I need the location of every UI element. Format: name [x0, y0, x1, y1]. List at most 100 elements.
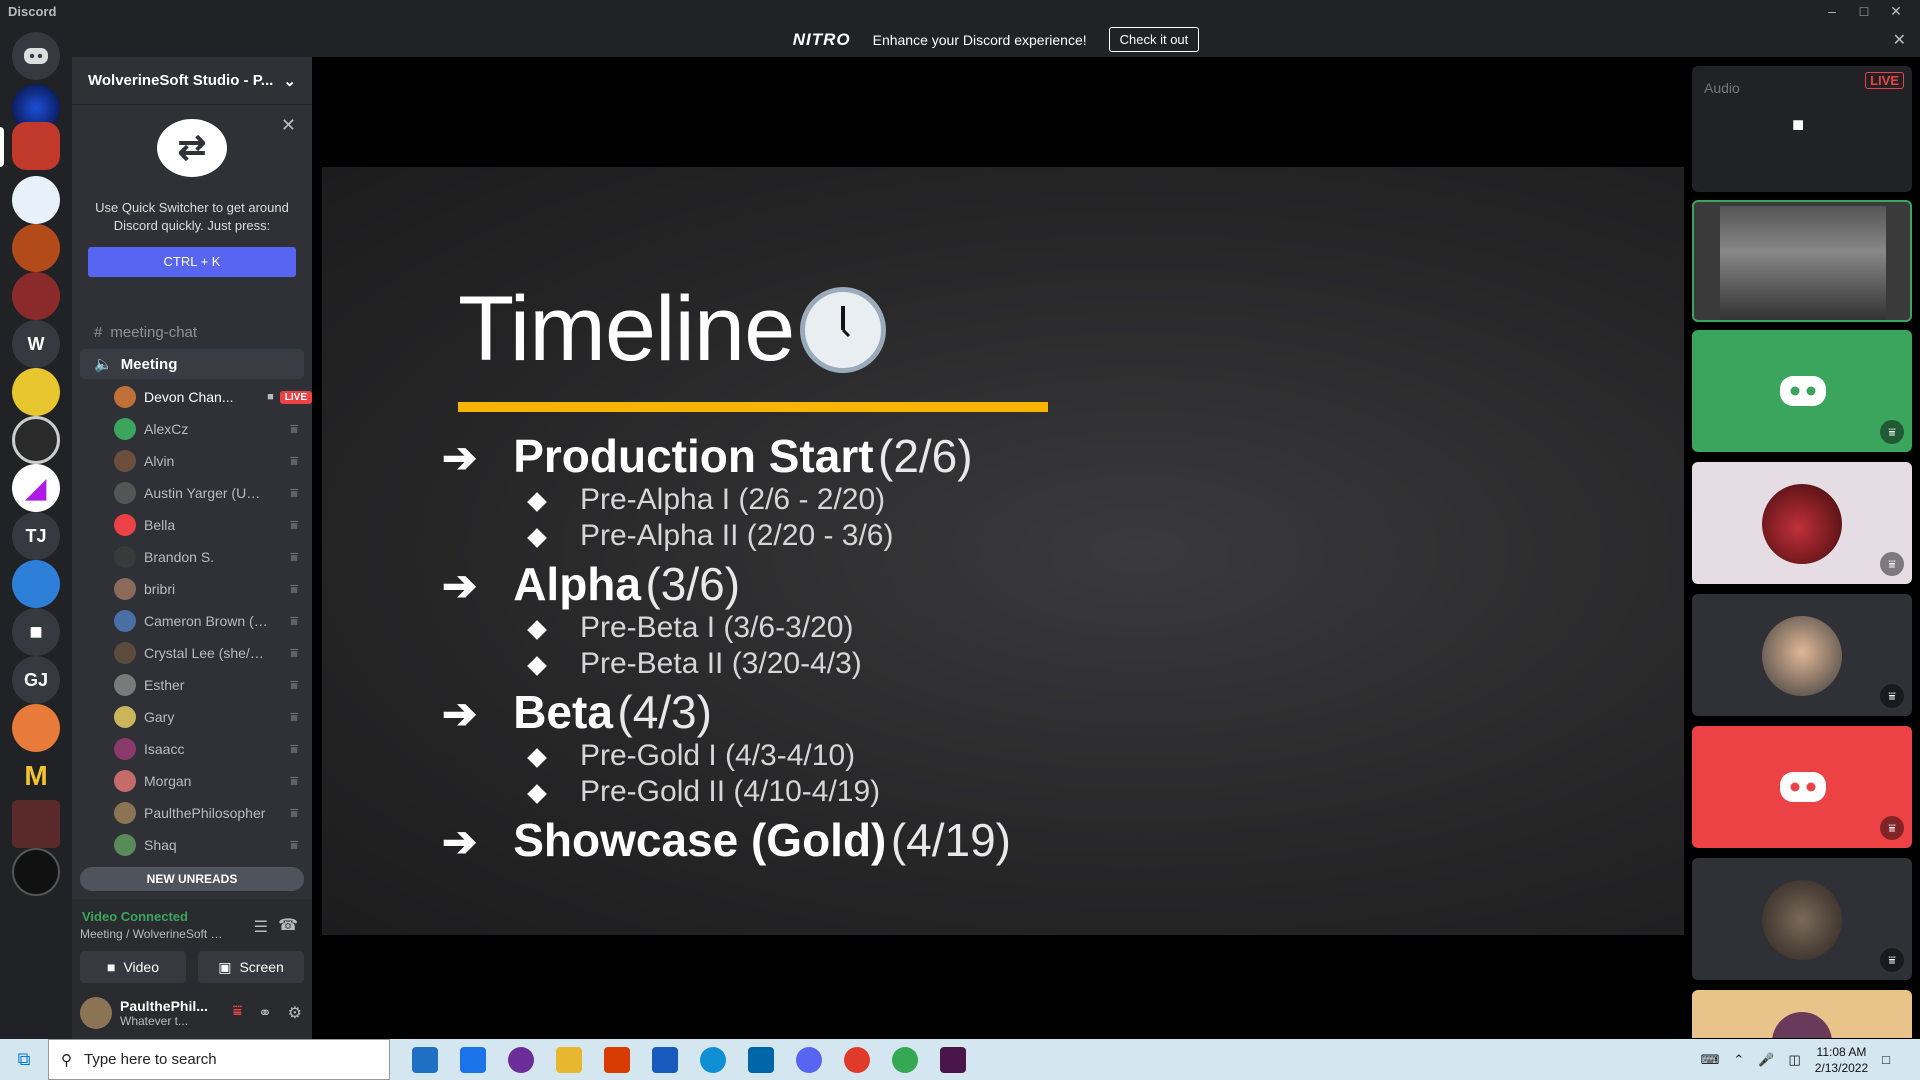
server-icon-controller[interactable]: ■ [12, 608, 60, 656]
voice-member[interactable]: Isaacc ⩸ [72, 733, 312, 765]
voice-member[interactable]: Gary ⩸ [72, 701, 312, 733]
new-unreads-button[interactable]: NEW UNREADS [80, 867, 304, 891]
voice-member[interactable]: Brandon S. ⩸ [72, 541, 312, 573]
server-icon-purple[interactable]: ◢ [12, 464, 60, 512]
stream-preview-tile[interactable]: Audio LIVE ■ [1692, 66, 1912, 192]
avatar [114, 706, 136, 728]
video-tile-avatar-cat[interactable]: ⩸ [1692, 858, 1912, 980]
video-tile-avatar-red[interactable]: ⩸ [1692, 462, 1912, 584]
chevron-up-icon[interactable]: ⌃ [1733, 1052, 1744, 1068]
avatar [1772, 1012, 1832, 1038]
search-icon: ⚲ [61, 1051, 72, 1069]
notifications-icon[interactable]: □ [1882, 1052, 1890, 1067]
edge-icon[interactable] [700, 1046, 726, 1073]
close-icon[interactable]: ✕ [281, 115, 296, 136]
close-window-icon[interactable]: ✕ [1880, 0, 1912, 22]
voice-member[interactable]: Austin Yarger (UMi... ⩸ [72, 477, 312, 509]
guild-header[interactable]: WolverineSoft Studio - P... ⌄ [72, 57, 312, 105]
maximize-icon[interactable]: □ [1848, 0, 1880, 22]
video-tile-avatar-man[interactable]: ⩸ [1692, 594, 1912, 716]
voice-member[interactable]: Alvin ⩸ [72, 445, 312, 477]
mic-muted-icon: ⩸ [290, 549, 298, 564]
avatar [114, 738, 136, 760]
server-icon-tj[interactable]: TJ [12, 512, 60, 560]
noise-suppression-icon[interactable]: ☰ [254, 917, 268, 937]
voice-member[interactable]: Cameron Brown (H... ⩸ [72, 605, 312, 637]
live-badge: LIVE [279, 390, 312, 404]
file-explorer-icon[interactable] [556, 1046, 582, 1073]
disconnect-icon[interactable]: ☎ [278, 915, 298, 935]
nitro-cta-button[interactable]: Check it out [1108, 27, 1200, 52]
video-tile-classroom[interactable] [1692, 200, 1912, 322]
app-title: Discord [8, 3, 57, 19]
avatar [114, 386, 136, 408]
taskbar-search-box[interactable]: ⚲ Type here to search [48, 1039, 390, 1080]
voice-member[interactable]: Shaq ⩸ [72, 829, 312, 861]
video-tile-partial[interactable] [1692, 990, 1912, 1038]
server-icon-emblem[interactable] [12, 416, 60, 464]
network-icon[interactable]: ◫ [1788, 1052, 1800, 1068]
server-icon-wolverinesoft[interactable] [12, 122, 60, 170]
voice-member[interactable]: PaulthePhilosopher ⩸ [72, 797, 312, 829]
obs-icon[interactable] [508, 1046, 534, 1073]
keyboard-icon[interactable]: ⌨ [1701, 1052, 1720, 1068]
server-icon-blue[interactable] [12, 560, 60, 608]
word-icon[interactable] [652, 1046, 678, 1073]
headphones-icon[interactable]: ⚭ [258, 1003, 271, 1023]
minimize-icon[interactable]: – [1816, 0, 1848, 22]
home-discord-icon[interactable] [12, 32, 60, 80]
video-tile-discord-green[interactable]: ⩸ [1692, 330, 1912, 452]
voice-member[interactable]: Crystal Lee (she/her) ⩸ [72, 637, 312, 669]
username: PaulthePhil... [120, 998, 208, 1014]
discord-icon[interactable] [796, 1046, 822, 1073]
voice-channel-meeting[interactable]: 🔈 Meeting [80, 349, 304, 379]
video-button[interactable]: ■ Video [80, 951, 186, 983]
mail-icon[interactable] [460, 1046, 486, 1073]
app-red-icon[interactable] [844, 1046, 870, 1073]
avatar[interactable] [80, 997, 112, 1029]
taskbar-clock[interactable]: 11:08 AM 2/13/2022 [1815, 1044, 1868, 1076]
server-icon-gj[interactable]: GJ [12, 656, 60, 704]
voice-member[interactable]: bribri ⩸ [72, 573, 312, 605]
avatar [1762, 880, 1842, 960]
server-icon-white[interactable] [12, 176, 60, 224]
voice-member[interactable]: Devon Chan... ■ LIVE [72, 381, 312, 413]
quick-switcher-shortcut-button[interactable]: CTRL + K [88, 247, 296, 277]
avatar [1762, 616, 1842, 696]
server-icon-face[interactable] [12, 272, 60, 320]
server-icon-bloom[interactable] [12, 800, 60, 848]
chrome-icon[interactable] [892, 1046, 918, 1073]
slack-icon[interactable] [940, 1046, 966, 1073]
video-tile-discord-red[interactable]: ⩸ [1692, 726, 1912, 848]
store-icon[interactable] [412, 1046, 438, 1073]
member-name: Gary [144, 709, 175, 725]
quick-switcher-description: Use Quick Switcher to get around Discord… [95, 200, 289, 233]
member-name: Brandon S. [144, 549, 215, 565]
mic-muted-icon: ⩸ [1880, 684, 1904, 708]
voice-location[interactable]: Meeting / WolverineSoft St... [80, 927, 230, 941]
server-icon-orange[interactable] [12, 224, 60, 272]
screen-share-button[interactable]: ▣ Screen [198, 951, 304, 983]
server-icon-yellow[interactable] [12, 368, 60, 416]
channel-meeting-chat[interactable]: # meeting-chat [80, 317, 304, 347]
server-icon-orange-2[interactable] [12, 704, 60, 752]
voice-member[interactable]: AlexCz ⩸ [72, 413, 312, 445]
office-icon[interactable] [604, 1046, 630, 1073]
member-name: Morgan [144, 773, 192, 789]
windows-start-icon[interactable]: ⧉ [0, 1039, 48, 1080]
voice-panel: Video Connected Meeting / WolverineSoft … [72, 899, 312, 1039]
voice-member[interactable]: Esther ⩸ [72, 669, 312, 701]
server-icon-colorful[interactable] [12, 848, 60, 896]
mic-muted-icon[interactable]: ⩸ [233, 1003, 243, 1023]
server-icon-m[interactable]: M [12, 752, 60, 800]
stream-stage[interactable]: Timeline ➔ Production Start (2/6) Pre-Alp… [312, 57, 1686, 1039]
voice-member[interactable]: Bella ⩸ [72, 509, 312, 541]
server-icon-w[interactable]: W [12, 320, 60, 368]
mic-muted-icon: ⩸ [290, 453, 298, 468]
discord-logo-icon [1780, 376, 1826, 406]
vscode-icon[interactable] [748, 1046, 774, 1073]
voice-member[interactable]: Morgan ⩸ [72, 765, 312, 797]
microphone-icon[interactable]: 🎤 [1758, 1052, 1774, 1068]
gear-icon[interactable]: ⚙ [288, 1003, 302, 1023]
close-banner-icon[interactable]: ✕ [1893, 30, 1906, 50]
